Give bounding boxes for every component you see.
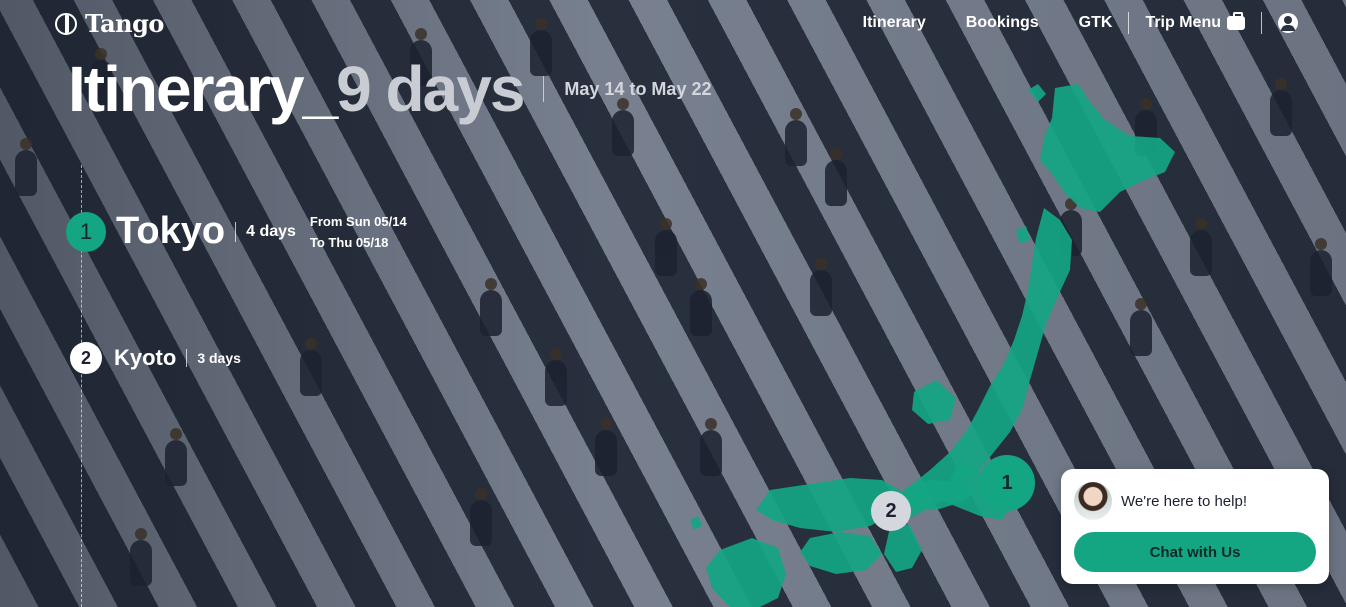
stop-divider: [235, 221, 237, 242]
main-nav: Itinerary Bookings GTK Trip Menu: [823, 12, 1298, 34]
nav-divider: [1128, 12, 1130, 34]
stop-tokyo[interactable]: 1 Tokyo 4 days From Sun 05/14 To Thu 05/…: [66, 210, 407, 253]
stop-divider: [186, 349, 188, 367]
map-pin-tokyo[interactable]: 1: [979, 455, 1035, 511]
trip-menu-label: Trip Menu: [1145, 14, 1221, 31]
nav-trip-menu[interactable]: Trip Menu: [1145, 12, 1245, 32]
title-divider: [543, 76, 545, 102]
nav-gtk[interactable]: GTK: [1079, 14, 1113, 32]
avatar: [1074, 482, 1112, 520]
title-main: Itinerary_: [68, 53, 338, 125]
title-duration: 9 days: [336, 53, 525, 125]
stop-city: Tokyo: [116, 210, 226, 252]
map-pin-kyoto[interactable]: 2: [871, 491, 911, 531]
stop-number-badge: 2: [70, 342, 102, 374]
nav-bookings[interactable]: Bookings: [966, 14, 1039, 32]
chat-widget: We're here to help! Chat with Us: [1061, 469, 1329, 584]
stop-kyoto[interactable]: 2 Kyoto 3 days: [70, 342, 241, 374]
logo-text: Tango: [85, 9, 164, 38]
stop-to-date: To Thu 05/18: [309, 234, 389, 250]
stop-number-badge: 1: [66, 211, 106, 252]
chat-message: We're here to help!: [1121, 492, 1247, 510]
account-icon[interactable]: [1278, 13, 1298, 33]
stop-from-date: From Sun 05/14: [309, 213, 407, 229]
briefcase-icon: [1227, 12, 1245, 30]
stop-dates: From Sun 05/14 To Thu 05/18: [310, 211, 407, 253]
stop-duration: 4 days: [246, 222, 296, 240]
stop-duration: 3 days: [197, 350, 241, 366]
chat-header: We're here to help!: [1074, 482, 1247, 520]
nav-itinerary[interactable]: Itinerary: [863, 14, 926, 32]
trip-dates: May 14 to May 22: [564, 78, 712, 99]
chat-with-us-button[interactable]: Chat with Us: [1074, 532, 1316, 572]
tango-logo-icon: [55, 12, 77, 35]
page-title: Itinerary_ 9 days May 14 to May 22: [68, 52, 711, 126]
logo[interactable]: Tango: [55, 9, 164, 38]
nav-divider: [1261, 12, 1262, 34]
stop-city: Kyoto: [114, 345, 177, 370]
